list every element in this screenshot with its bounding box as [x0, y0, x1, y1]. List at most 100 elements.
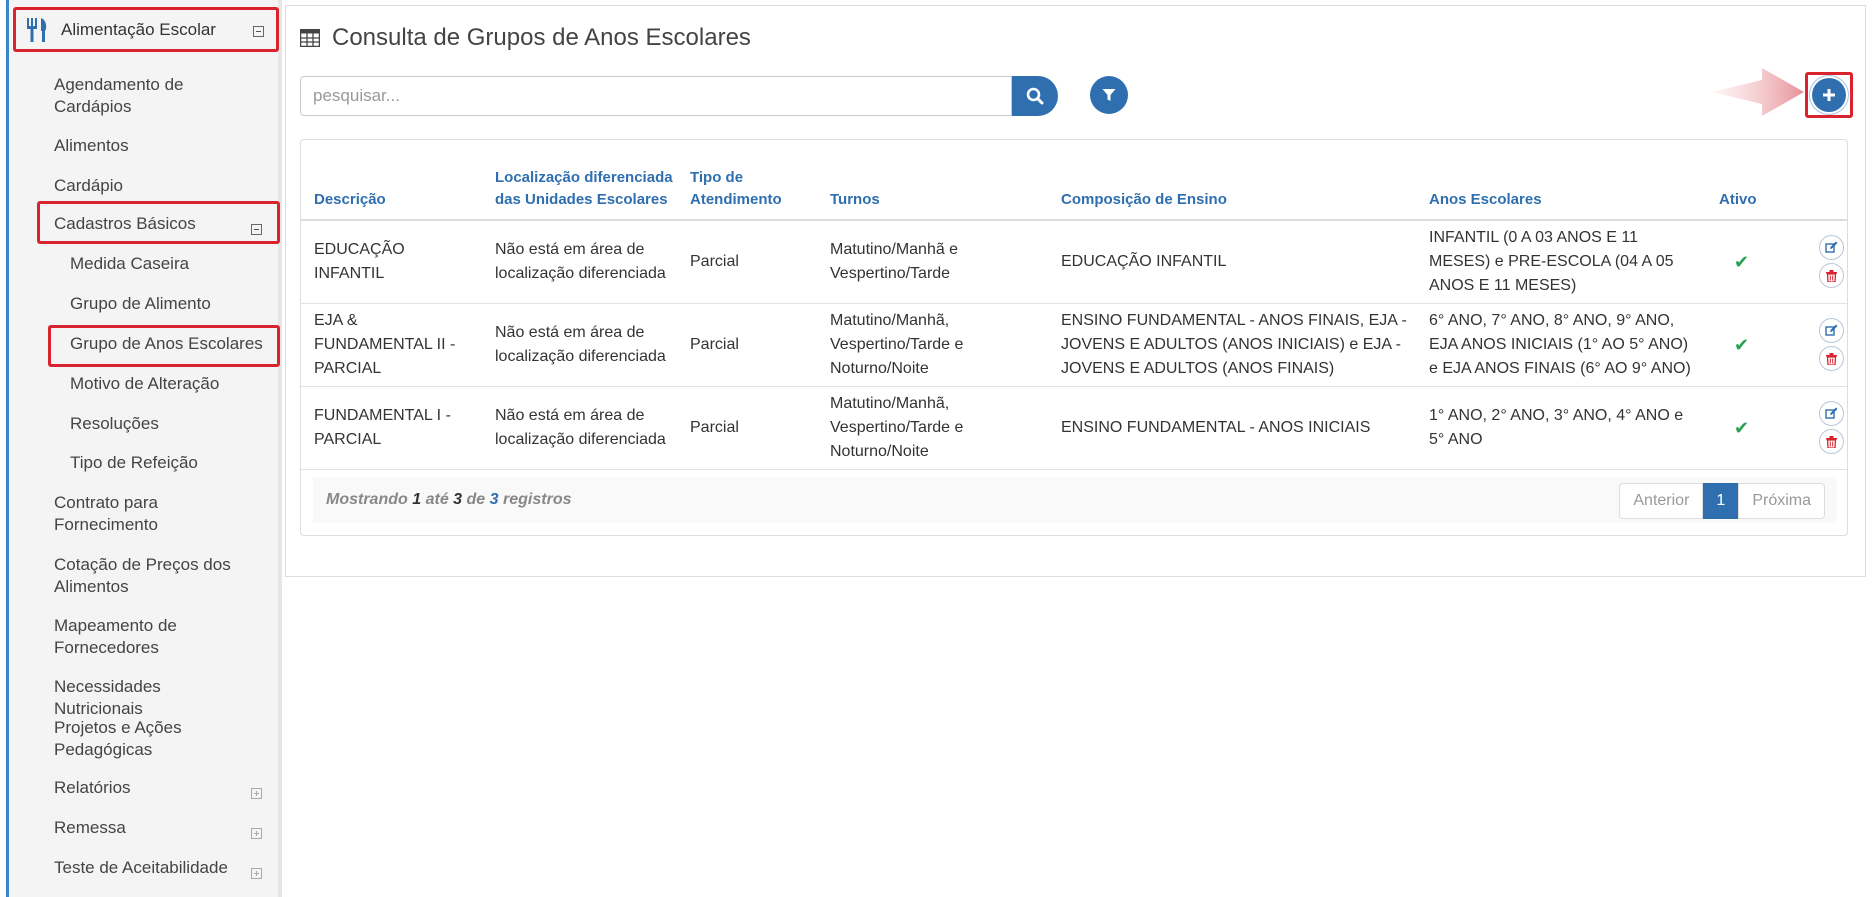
sidebar-item-resolucoes[interactable]: Resoluções	[70, 413, 270, 435]
delete-button[interactable]	[1819, 263, 1844, 289]
sidebar-item-grupo-de-alimento[interactable]: Grupo de Alimento	[70, 293, 270, 315]
sidebar-item-label: Grupo de Anos Escolares	[70, 334, 263, 353]
search-field[interactable]	[300, 76, 1012, 116]
edit-icon	[1825, 324, 1838, 336]
sidebar-item-tipo-de-refeicao[interactable]: Tipo de Refeição	[70, 452, 270, 474]
arrow-hint-icon	[1712, 68, 1804, 116]
cell-tipo: Parcial	[677, 220, 817, 304]
search-icon	[1026, 87, 1044, 105]
sidebar-divider	[278, 0, 282, 897]
column-header-localizacao[interactable]: Localização diferenciada das Unidades Es…	[482, 140, 677, 221]
plus-icon	[1823, 89, 1835, 101]
check-icon: ✔	[1706, 220, 1786, 304]
summary-suffix: registros	[503, 491, 572, 508]
sidebar-item-grupo-de-anos-escolares[interactable]: Grupo de Anos Escolares	[70, 333, 270, 355]
results-table: Descrição Localização diferenciada das U…	[301, 140, 1847, 470]
cell-localizacao: Não está em área de localização diferenc…	[482, 386, 677, 470]
sidebar-item-projetos[interactable]: Projetos e Ações Pedagógicas	[54, 717, 254, 761]
cell-composicao: ENSINO FUNDAMENTAL - ANOS INICIAIS	[1048, 386, 1416, 470]
column-header-composicao[interactable]: Composição de Ensino	[1048, 140, 1416, 221]
sidebar-item-label: Projetos e Ações Pedagógicas	[54, 718, 182, 759]
summary-to: 3	[453, 491, 463, 508]
menu-header-label: Alimentação Escolar	[61, 19, 216, 39]
sidebar-item-cotacao[interactable]: Cotação de Preços dos Alimentos	[54, 554, 254, 598]
sidebar-item-cadastros-basicos[interactable]: Cadastros Básicos	[54, 213, 274, 235]
row-actions	[1786, 386, 1847, 470]
sidebar-item-contrato[interactable]: Contrato para Fornecimento	[54, 492, 254, 536]
search-input[interactable]	[301, 77, 1005, 115]
sidebar-item-label: Remessa	[54, 818, 126, 837]
delete-button[interactable]	[1819, 346, 1844, 371]
column-header-anos[interactable]: Anos Escolares	[1416, 140, 1706, 221]
search-button[interactable]	[1012, 76, 1058, 116]
sidebar-item-relatorios[interactable]: Relatórios	[54, 777, 274, 799]
sidebar-item-medida-caseira[interactable]: Medida Caseira	[70, 253, 270, 275]
sidebar-item-label: Grupo de Alimento	[70, 294, 211, 313]
column-header-descricao[interactable]: Descrição	[301, 140, 482, 221]
cell-anos: INFANTIL (0 A 03 ANOS E 11 MESES) e PRE-…	[1416, 220, 1706, 304]
cell-descricao: FUNDAMENTAL I - PARCIAL	[301, 386, 482, 470]
cell-anos: 1° ANO, 2° ANO, 3° ANO, 4° ANO e 5° ANO	[1416, 386, 1706, 470]
column-header-ativo[interactable]: Ativo	[1706, 140, 1786, 221]
column-header-actions	[1786, 140, 1847, 221]
add-button-highlight	[1805, 72, 1853, 118]
collapse-icon[interactable]	[253, 24, 264, 42]
records-summary: Mostrando 1 até 3 de 3 registros	[326, 491, 571, 509]
summary-prefix: Mostrando	[326, 491, 408, 508]
sidebar-item-mapeamento[interactable]: Mapeamento de Fornecedores	[54, 615, 254, 659]
table-row: EDUCAÇÃO INFANTIL Não está em área de lo…	[301, 220, 1847, 304]
filter-button[interactable]	[1090, 76, 1128, 114]
trash-icon	[1826, 435, 1837, 448]
sidebar-item-label: Teste de Aceitabilidade	[54, 858, 228, 877]
cell-tipo: Parcial	[677, 386, 817, 470]
collapse-icon[interactable]	[251, 219, 262, 241]
cell-localizacao: Não está em área de localização diferenc…	[482, 220, 677, 304]
row-actions	[1786, 303, 1847, 387]
cell-composicao: EDUCAÇÃO INFANTIL	[1048, 220, 1416, 304]
cell-tipo: Parcial	[677, 303, 817, 387]
column-header-tipo[interactable]: Tipo de Atendimento	[677, 140, 817, 221]
pagination-previous[interactable]: Anterior	[1619, 483, 1704, 519]
edit-icon	[1825, 407, 1838, 419]
sidebar-item-label: Cardápio	[54, 176, 123, 195]
trash-icon	[1826, 352, 1837, 365]
sidebar-item-label: Necessidades Nutricionais	[54, 677, 161, 718]
edit-button[interactable]	[1819, 235, 1844, 261]
cell-composicao: ENSINO FUNDAMENTAL - ANOS FINAIS, EJA - …	[1048, 303, 1416, 387]
sidebar-item-motivo-de-alteracao[interactable]: Motivo de Alteração	[70, 373, 270, 395]
sidebar-item-label: Tipo de Refeição	[70, 453, 198, 472]
column-header-turnos[interactable]: Turnos	[817, 140, 1048, 221]
table-row: FUNDAMENTAL I - PARCIAL Não está em área…	[301, 386, 1847, 470]
table-header-row: Descrição Localização diferenciada das U…	[301, 140, 1847, 221]
check-icon: ✔	[1706, 303, 1786, 387]
sidebar-item-alimentos[interactable]: Alimentos	[54, 135, 254, 157]
pagination-page-1[interactable]: 1	[1703, 483, 1739, 519]
sidebar-item-label: Agendamento de Cardápios	[54, 75, 184, 116]
pagination-next[interactable]: Próxima	[1738, 483, 1825, 519]
row-actions	[1786, 220, 1847, 304]
sidebar-item-label: Alimentos	[54, 136, 129, 155]
expand-icon[interactable]	[251, 823, 262, 845]
menu-alimentacao-escolar[interactable]: Alimentação Escolar	[13, 7, 279, 52]
expand-icon[interactable]	[251, 863, 262, 885]
cell-localizacao: Não está em área de localização diferenc…	[482, 303, 677, 387]
cell-descricao: EDUCAÇÃO INFANTIL	[301, 220, 482, 304]
delete-button[interactable]	[1819, 429, 1844, 454]
sidebar-item-teste-aceitabilidade[interactable]: Teste de Aceitabilidade	[54, 857, 274, 879]
page-title: Consulta de Grupos de Anos Escolares	[332, 24, 751, 51]
sidebar-item-label: Medida Caseira	[70, 254, 190, 273]
sidebar-item-cardapio[interactable]: Cardápio	[54, 175, 254, 197]
sidebar-item-label: Relatórios	[54, 778, 131, 797]
summary-from: 1	[412, 491, 422, 508]
sidebar-item-agendamento[interactable]: Agendamento de Cardápios	[54, 74, 254, 118]
sidebar-item-necessidades[interactable]: Necessidades Nutricionais	[54, 676, 254, 720]
sidebar-item-label: Contrato para Fornecimento	[54, 493, 158, 534]
edit-button[interactable]	[1819, 401, 1844, 426]
add-button[interactable]	[1812, 78, 1846, 112]
sidebar-item-remessa[interactable]: Remessa	[54, 817, 274, 839]
expand-icon[interactable]	[251, 783, 262, 805]
cell-descricao: EJA & FUNDAMENTAL II - PARCIAL	[301, 303, 482, 387]
cell-anos: 6° ANO, 7° ANO, 8° ANO, 9° ANO, EJA ANOS…	[1416, 303, 1706, 387]
check-icon: ✔	[1706, 386, 1786, 470]
edit-button[interactable]	[1819, 318, 1844, 343]
